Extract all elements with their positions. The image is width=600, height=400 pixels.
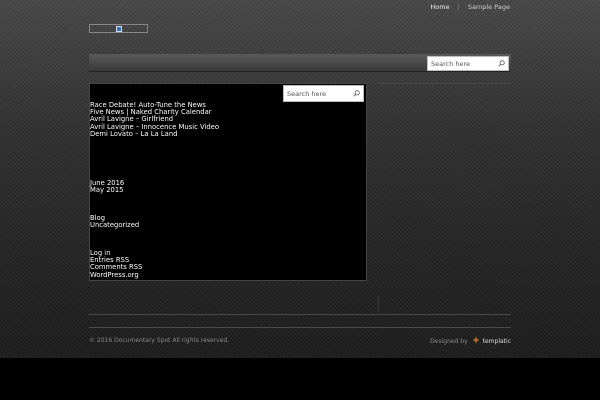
meta-list: Log in Entries RSS Comments RSS WordPres…: [90, 249, 142, 279]
templatic-logo-icon[interactable]: [472, 336, 480, 346]
search-icon[interactable]: [353, 90, 360, 97]
sidebar-search-placeholder: Search here: [287, 89, 327, 98]
category-link[interactable]: Uncategorized: [90, 221, 139, 229]
nav-separator: |: [457, 3, 460, 11]
nav-sample-page-link[interactable]: Sample Page: [468, 3, 510, 11]
copyright-text: © 2016 Documentary Spot All rights reser…: [89, 337, 230, 344]
designed-by-label: Designed by: [430, 337, 468, 345]
archive-link[interactable]: May 2015: [90, 186, 124, 194]
footer-divider: [89, 327, 511, 328]
sidebar-widgets: Search here Race Debate! Auto-Tune the N…: [89, 83, 367, 281]
designer-credit: Designed by templatic: [430, 336, 511, 346]
sidebar-search-input[interactable]: Search here: [283, 85, 364, 102]
footer-widget-divider: [378, 296, 379, 312]
meta-link[interactable]: WordPress.org: [90, 271, 142, 279]
sidebar-divider: [378, 83, 511, 84]
recent-post-link[interactable]: Demi Lovato – La La Land: [90, 130, 219, 138]
top-navigation: Home | Sample Page: [430, 2, 510, 12]
recent-posts-list: Race Debate! Auto-Tune the News Five New…: [90, 101, 219, 138]
header-search-placeholder: Search here: [431, 59, 471, 68]
nav-home-link[interactable]: Home: [430, 3, 449, 11]
site-logo[interactable]: [89, 24, 148, 33]
templatic-brand-link[interactable]: templatic: [483, 338, 511, 345]
categories-list: Blog Uncategorized: [90, 214, 139, 229]
broken-image-icon: [116, 26, 122, 32]
search-icon[interactable]: [498, 60, 505, 67]
archives-list: June 2016 May 2015: [90, 179, 124, 194]
footer-top-divider: [89, 314, 511, 315]
header-search-input[interactable]: Search here: [427, 56, 509, 71]
